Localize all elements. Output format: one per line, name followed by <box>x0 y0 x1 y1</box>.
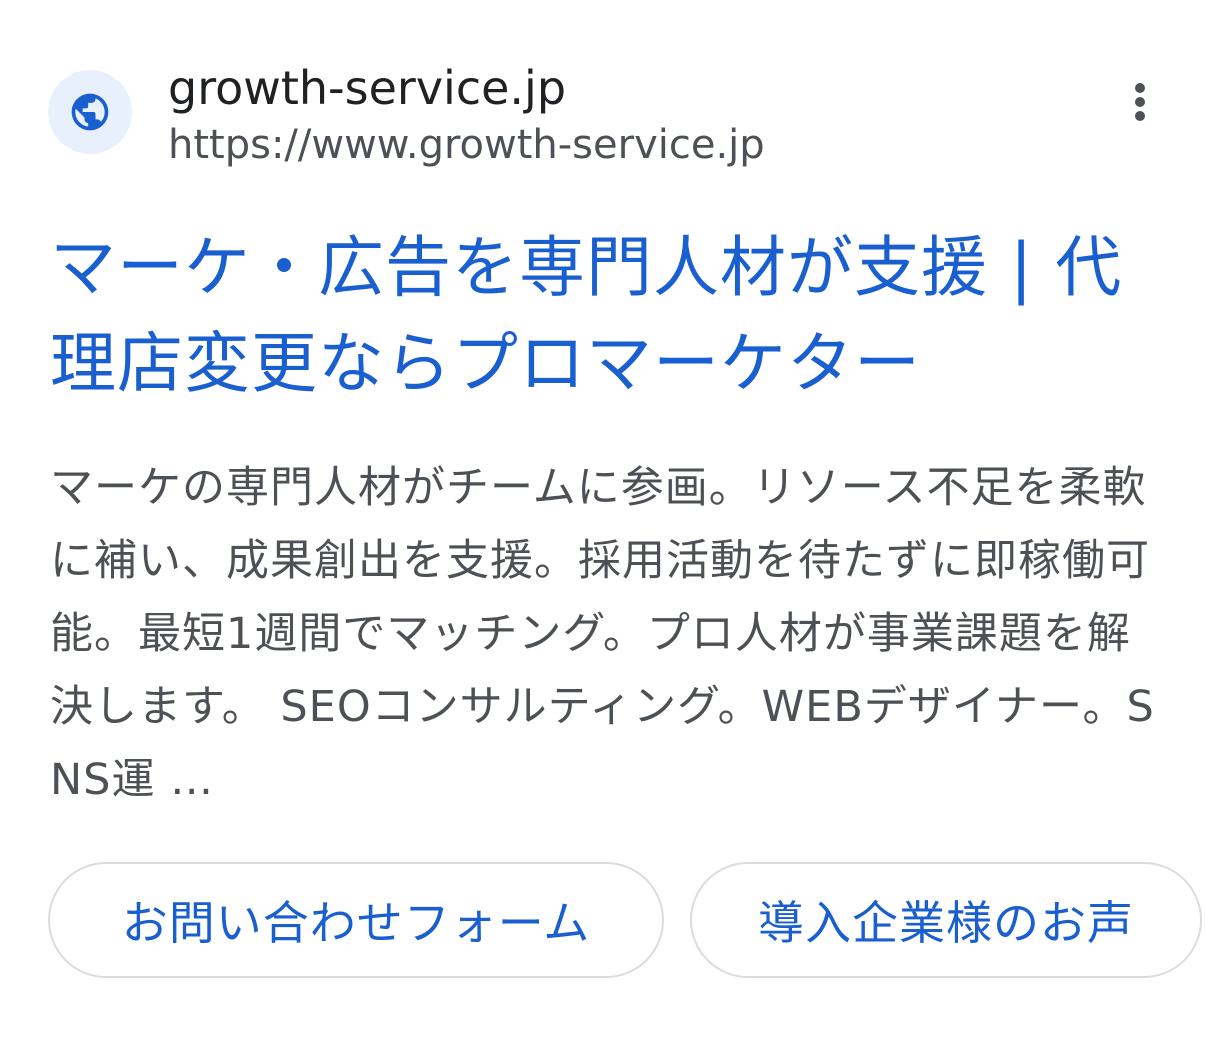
site-header[interactable]: growth-service.jp https://www.growth-ser… <box>48 61 1168 176</box>
more-options-button[interactable] <box>1116 72 1164 132</box>
site-name[interactable]: growth-service.jp <box>168 60 566 116</box>
sitelinks: お問い合わせフォーム 導入企業様のお声 <box>48 862 1204 982</box>
sitelink-contact-form[interactable]: お問い合わせフォーム <box>48 862 664 978</box>
result-snippet: マーケの専門人材がチームに参画。リソース不足を柔軟に補い、成果創出を支援。採用活… <box>50 463 1155 805</box>
more-vert-icon <box>1135 83 1145 121</box>
result-title-link[interactable]: マーケ・広告を専門人材が支援 | 代理店変更ならプロマーケター <box>50 220 1160 412</box>
site-url[interactable]: https://www.growth-service.jp <box>168 120 765 170</box>
site-favicon[interactable] <box>48 70 132 154</box>
search-result: growth-service.jp https://www.growth-ser… <box>0 0 1206 1037</box>
globe-icon <box>71 93 109 131</box>
sitelink-customer-voices[interactable]: 導入企業様のお声 <box>690 862 1202 978</box>
